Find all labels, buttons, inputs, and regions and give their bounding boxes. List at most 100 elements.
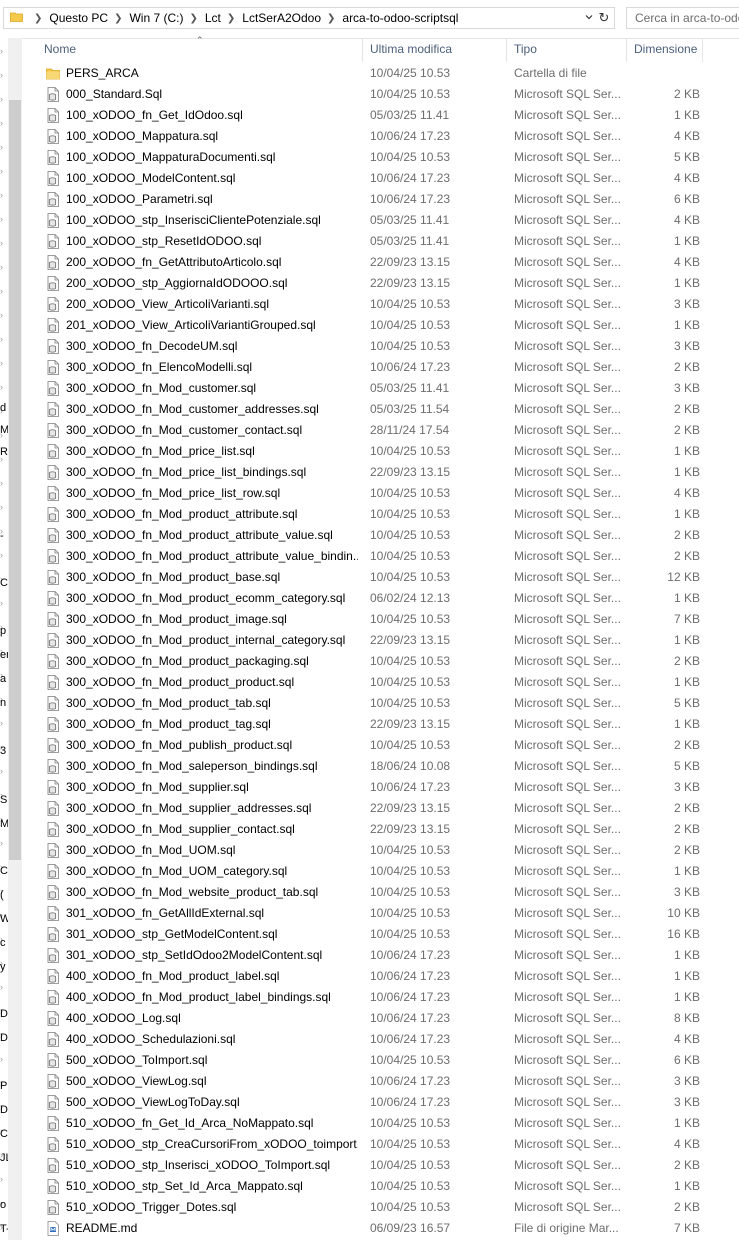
file-row[interactable]: 400_xODOO_fn_Mod_product_label.sql 10/06/… xyxy=(36,966,739,987)
chevron-right-icon[interactable]: › xyxy=(0,550,8,560)
chevron-right-icon[interactable]: › xyxy=(0,46,8,56)
chevron-right-icon[interactable]: › xyxy=(0,262,8,272)
file-row[interactable]: 500_xODOO_ViewLog.sql 10/06/24 17.23 Micro… xyxy=(36,1071,739,1092)
file-row[interactable]: 300_xODOO_fn_Mod_product_packaging.sql 10… xyxy=(36,651,739,672)
file-row[interactable]: 510_xODOO_stp_CreaCursoriFrom_xODOO_toim… xyxy=(36,1134,739,1155)
file-row[interactable]: 500_xODOO_ToImport.sql 10/04/25 10.53 Micr… xyxy=(36,1050,739,1071)
file-row[interactable]: 510_xODOO_stp_Inserisci_xODOO_ToImport.s… xyxy=(36,1155,739,1176)
file-row[interactable]: 300_xODOO_fn_ElencoModelli.sql 10/06/24 1… xyxy=(36,357,739,378)
navigation-item-label[interactable]: d xyxy=(0,402,6,414)
navigation-item-label[interactable]: c xyxy=(0,937,6,949)
navigation-item-label[interactable]: a xyxy=(0,673,6,685)
column-divider[interactable] xyxy=(362,38,363,62)
file-row[interactable]: 300_xODOO_fn_Mod_saleperson_bindings.sql… xyxy=(36,756,739,777)
file-row[interactable]: 100_xODOO_stp_ResetIdODOO.sql 05/03/25 11… xyxy=(36,231,739,252)
chevron-right-icon[interactable]: › xyxy=(0,382,8,392)
file-row[interactable]: 300_xODOO_fn_Mod_product_attribute.sql 10… xyxy=(36,504,739,525)
file-row[interactable]: 100_xODOO_Mappatura.sql 10/06/24 17.23 Mic… xyxy=(36,126,739,147)
navigation-item-label[interactable]: p xyxy=(0,625,6,637)
file-row[interactable]: 300_xODOO_fn_Mod_product_tag.sql 22/09/23… xyxy=(36,714,739,735)
navigation-item-label[interactable]: y xyxy=(0,961,6,973)
navigation-item-label[interactable]: n xyxy=(0,697,6,709)
file-row[interactable]: 300_xODOO_fn_Mod_website_product_tab.sql… xyxy=(36,882,739,903)
column-divider[interactable] xyxy=(702,38,703,62)
file-row[interactable]: 300_xODOO_fn_Mod_product_image.sql 10/04/… xyxy=(36,609,739,630)
file-row[interactable]: 201_xODOO_View_ArticoliVariantiGrouped.s… xyxy=(36,315,739,336)
file-row[interactable]: 300_xODOO_fn_Mod_supplier_contact.sql 22/… xyxy=(36,819,739,840)
chevron-right-icon[interactable]: › xyxy=(0,598,8,608)
chevron-right-icon[interactable]: › xyxy=(0,982,8,992)
chevron-right-icon[interactable]: › xyxy=(0,334,8,344)
navigation-scrollbar[interactable] xyxy=(8,38,22,1240)
chevron-right-icon[interactable]: › xyxy=(0,718,8,728)
file-row[interactable]: 301_xODOO_stp_SetIdOdoo2ModelContent.sql… xyxy=(36,945,739,966)
chevron-down-icon[interactable] xyxy=(585,13,593,21)
file-row[interactable]: 300_xODOO_fn_Mod_price_list_row.sql 10/04… xyxy=(36,483,739,504)
chevron-right-icon[interactable]: › xyxy=(0,478,8,488)
chevron-right-icon[interactable]: ❯ xyxy=(114,13,122,24)
file-row[interactable]: 200_xODOO_fn_GetAttributoArticolo.sql 22/… xyxy=(36,252,739,273)
search-input[interactable]: Cerca in arca-to-odoo-scriptsql xyxy=(626,7,739,29)
chevron-right-icon[interactable]: › xyxy=(0,238,8,248)
column-modified-header[interactable]: Ultima modifica xyxy=(370,42,452,56)
navigation-item-label[interactable]: ( xyxy=(0,889,4,901)
navigation-item-label[interactable]: D xyxy=(0,1008,8,1020)
chevron-right-icon[interactable]: › xyxy=(0,1174,8,1184)
navigation-item-label[interactable]: C xyxy=(0,577,8,589)
file-row[interactable]: 100_xODOO_MappaturaDocumenti.sql 10/04/25… xyxy=(36,147,739,168)
chevron-right-icon[interactable]: ❯ xyxy=(189,13,197,24)
file-row[interactable]: 400_xODOO_fn_Mod_product_label_bindings.… xyxy=(36,987,739,1008)
breadcrumb-item[interactable]: Win 7 (C:) xyxy=(129,11,183,25)
file-row[interactable]: 200_xODOO_View_ArticoliVarianti.sql 10/04… xyxy=(36,294,739,315)
chevron-right-icon[interactable]: › xyxy=(0,94,8,104)
file-row[interactable]: 300_xODOO_fn_Mod_UOM.sql 10/04/25 10.53 Mi… xyxy=(36,840,739,861)
breadcrumb-item[interactable]: LctSerA2Odoo xyxy=(242,11,321,25)
chevron-right-icon[interactable]: › xyxy=(0,838,8,848)
chevron-right-icon[interactable]: ❯ xyxy=(34,13,42,24)
chevron-right-icon[interactable]: › xyxy=(0,766,8,776)
chevron-right-icon[interactable]: › xyxy=(0,118,8,128)
chevron-right-icon[interactable]: ❯ xyxy=(327,13,335,24)
column-name-header[interactable]: Nome xyxy=(44,42,76,56)
file-row[interactable]: 300_xODOO_fn_Mod_supplier_addresses.sql 2… xyxy=(36,798,739,819)
breadcrumb-item[interactable]: Questo PC xyxy=(49,11,108,25)
file-row[interactable]: 100_xODOO_Parametri.sql 10/06/24 17.23 Mic… xyxy=(36,189,739,210)
navigation-item-label[interactable]: - xyxy=(0,530,4,542)
file-row[interactable]: 300_xODOO_fn_Mod_price_list.sql 10/04/25 … xyxy=(36,441,739,462)
file-row[interactable]: README.md 06/09/23 16.57 File di origine M… xyxy=(36,1218,739,1239)
chevron-right-icon[interactable]: › xyxy=(0,142,8,152)
file-row[interactable]: 300_xODOO_fn_Mod_UOM_category.sql 10/04/2… xyxy=(36,861,739,882)
chevron-right-icon[interactable]: › xyxy=(0,286,8,296)
refresh-icon[interactable]: ↻ xyxy=(596,10,612,26)
column-type-header[interactable]: Tipo xyxy=(514,42,537,56)
chevron-right-icon[interactable]: › xyxy=(0,310,8,320)
file-row[interactable]: 300_xODOO_fn_Mod_customer.sql 05/03/25 11… xyxy=(36,378,739,399)
address-bar[interactable]: ❯ Questo PC ❯ Win 7 (C:) ❯ Lct ❯ LctSerA2Odoo ❯ a… xyxy=(3,7,615,29)
file-row[interactable]: 100_xODOO_fn_Get_IdOdoo.sql 05/03/25 11.4… xyxy=(36,105,739,126)
navigation-item-label[interactable]: C xyxy=(0,1128,8,1140)
navigation-item-label[interactable]: P xyxy=(0,1080,7,1092)
file-row[interactable]: 000_Standard.Sql 10/04/25 10.53 Microsoft … xyxy=(36,84,739,105)
navigation-item-label[interactable]: o xyxy=(0,1199,6,1211)
chevron-right-icon[interactable]: › xyxy=(0,70,8,80)
file-row[interactable]: 100_xODOO_ModelContent.sql 10/06/24 17.23… xyxy=(36,168,739,189)
navigation-item-label[interactable]: R xyxy=(0,446,8,458)
breadcrumb-item[interactable]: arca-to-odoo-scriptsql xyxy=(342,11,458,25)
file-row[interactable]: 301_xODOO_stp_GetModelContent.sql 10/04/2… xyxy=(36,924,739,945)
file-row[interactable]: 400_xODOO_Schedulazioni.sql 10/06/24 17.2… xyxy=(36,1029,739,1050)
file-row[interactable]: 300_xODOO_fn_Mod_customer_addresses.sql 0… xyxy=(36,399,739,420)
file-row[interactable]: 300_xODOO_fn_Mod_publish_product.sql 10/0… xyxy=(36,735,739,756)
chevron-right-icon[interactable]: › xyxy=(0,358,8,368)
chevron-right-icon[interactable]: › xyxy=(0,1054,8,1064)
file-row[interactable]: 500_xODOO_ViewLogToDay.sql 10/06/24 17.23… xyxy=(36,1092,739,1113)
file-row[interactable]: 300_xODOO_fn_Mod_product_tab.sql 10/04/25… xyxy=(36,693,739,714)
file-row[interactable]: 300_xODOO_fn_Mod_supplier.sql 10/06/24 17… xyxy=(36,777,739,798)
file-row[interactable]: 301_xODOO_fn_GetAllIdExternal.sql 10/04/2… xyxy=(36,903,739,924)
folder-row[interactable]: PERS_ARCA 10/04/25 10.53 Cartella di file xyxy=(36,63,739,84)
navigation-item-label[interactable]: D xyxy=(0,1032,8,1044)
column-divider[interactable] xyxy=(506,38,507,62)
file-row[interactable]: 300_xODOO_fn_Mod_product_product.sql 10/0… xyxy=(36,672,739,693)
file-row[interactable]: 300_xODOO_fn_Mod_product_base.sql 10/04/2… xyxy=(36,567,739,588)
file-row[interactable]: 300_xODOO_fn_Mod_product_attribute_value… xyxy=(36,546,739,567)
file-row[interactable]: 300_xODOO_fn_DecodeUM.sql 10/04/25 10.53 M… xyxy=(36,336,739,357)
